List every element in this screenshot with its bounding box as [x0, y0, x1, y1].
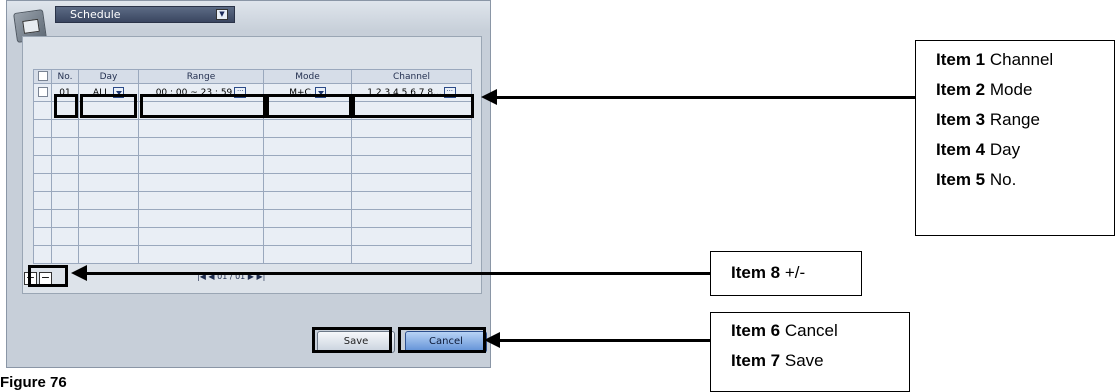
callout-group-1: Item 1 Channel Item 2 Mode Item 3 Range …: [915, 40, 1115, 236]
arrow-line-3: [500, 339, 710, 342]
arrowhead-1: [481, 89, 497, 105]
highlight-cancel: [398, 327, 486, 353]
callout-group-3: Item 6 Cancel Item 7 Save: [710, 312, 910, 392]
table-row: [33, 191, 472, 210]
table-row: [33, 155, 472, 174]
table-row: [33, 119, 472, 138]
highlight-save: [312, 327, 392, 353]
arrow-line-2: [87, 272, 710, 275]
table-row: [33, 173, 472, 192]
select-all-checkbox[interactable]: [33, 69, 52, 84]
highlight-channel: [352, 94, 474, 118]
callout-group-2: Item 8 +/-: [710, 251, 862, 296]
callout-line: Item 4 Day: [936, 140, 1021, 159]
menu-dropdown[interactable]: Schedule ▼: [55, 6, 235, 23]
chevron-down-icon[interactable]: ▼: [216, 9, 228, 20]
callout-line: Item 2 Mode: [936, 80, 1033, 99]
schedule-dialog: Schedule ▼ No. Day Range Mode Channel 01…: [6, 0, 491, 368]
highlight-range: [140, 94, 266, 118]
column-header-range: Range: [138, 69, 264, 84]
column-header-no: No.: [51, 69, 79, 84]
highlight-plus-minus: [28, 265, 68, 287]
callout-line: Item 7 Save: [731, 351, 824, 370]
highlight-day: [80, 94, 137, 118]
column-header-channel: Channel: [351, 69, 472, 84]
table-row: [33, 245, 472, 264]
callout-line: Item 8 +/-: [731, 263, 806, 282]
table-row: [33, 137, 472, 156]
schedule-panel: No. Day Range Mode Channel 01 ALL 00 : 0…: [22, 36, 482, 294]
figure-caption: Figure 76: [0, 374, 67, 391]
highlight-no: [54, 94, 78, 118]
callout-line: Item 1 Channel: [936, 50, 1054, 69]
row-checkbox[interactable]: [33, 83, 52, 102]
callout-line: Item 6 Cancel: [731, 321, 838, 340]
column-header-mode: Mode: [263, 69, 352, 84]
table-row: [33, 227, 472, 246]
highlight-mode: [266, 94, 352, 118]
table-row: [33, 209, 472, 228]
column-header-day: Day: [78, 69, 139, 84]
menu-dropdown-label: Schedule: [70, 8, 121, 21]
arrow-line-1: [497, 96, 915, 99]
arrowhead-3: [484, 332, 500, 348]
arrowhead-2: [71, 265, 87, 281]
table-header-row: No. Day Range Mode Channel: [33, 69, 472, 84]
callout-line: Item 3 Range: [936, 110, 1040, 129]
callout-line: Item 5 No.: [936, 170, 1017, 189]
